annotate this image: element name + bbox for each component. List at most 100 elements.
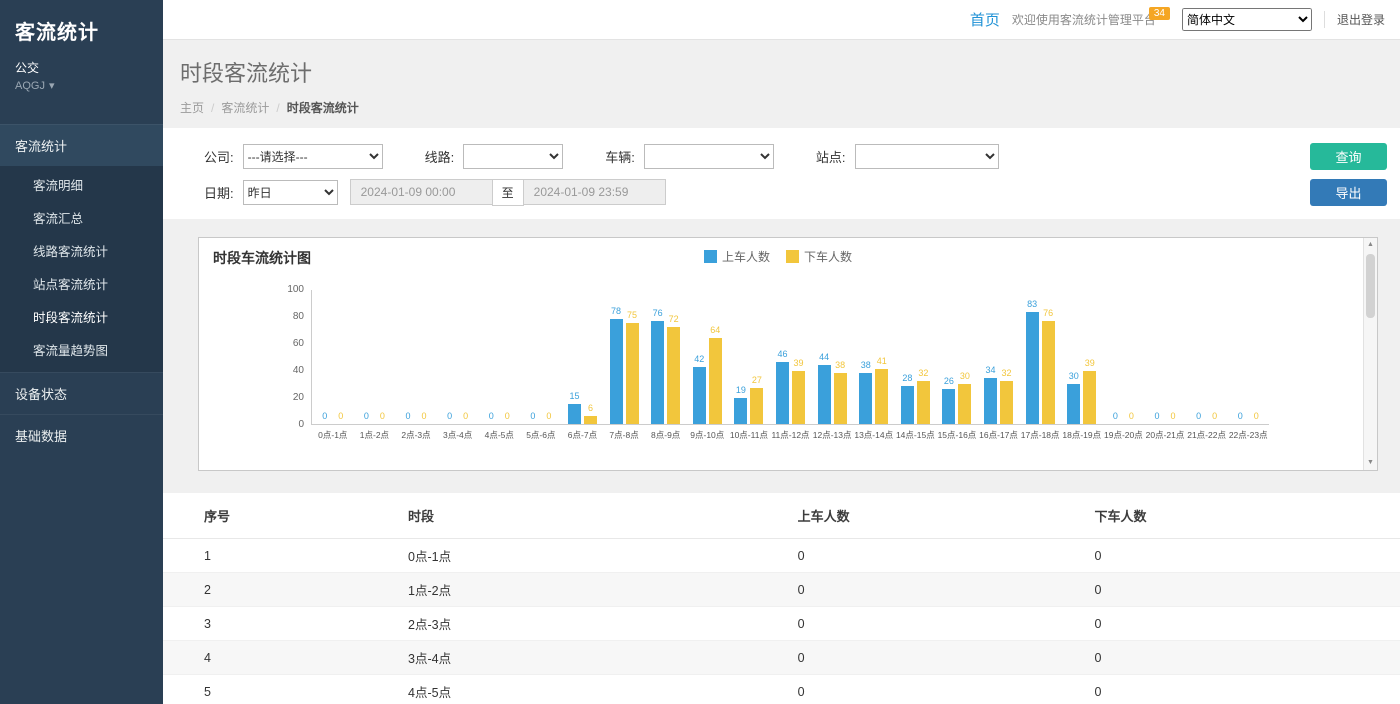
- bar-group: 283214点-15点: [895, 290, 937, 424]
- table-cell: 4点-5点: [398, 675, 788, 704]
- col-header-alighting: 下车人数: [1085, 493, 1400, 539]
- table-cell: 0: [788, 539, 1085, 573]
- bar-value-label: 0: [1212, 411, 1217, 421]
- vehicle-label: 车辆:: [605, 147, 635, 166]
- bar-value-label: 34: [986, 365, 996, 375]
- chart-scrollbar[interactable]: ▲ ▼: [1363, 238, 1377, 470]
- chart-legend: 上车人数下车人数: [199, 248, 1357, 265]
- sidebar-item[interactable]: 客流明细: [0, 168, 163, 201]
- x-axis-label: 22点-23点: [1229, 429, 1268, 441]
- bar-group: 263015点-16点: [936, 290, 978, 424]
- bar-value-label: 0: [447, 411, 452, 421]
- legend-swatch: [704, 250, 717, 263]
- col-header-period: 时段: [398, 493, 788, 539]
- breadcrumb-section[interactable]: 客流统计: [221, 101, 269, 115]
- table-cell: 2点-3点: [398, 607, 788, 641]
- station-select[interactable]: [855, 144, 999, 169]
- table-header-row: 序号 时段 上车人数 下车人数: [163, 493, 1400, 539]
- x-axis-label: 16点-17点: [979, 429, 1018, 441]
- bar: 42: [693, 367, 706, 424]
- sidebar-section-0[interactable]: 客流统计: [0, 124, 163, 166]
- bar-group: 343216点-17点: [978, 290, 1020, 424]
- sidebar-submenu: 客流明细客流汇总线路客流统计站点客流统计时段客流统计客流量趋势图: [0, 166, 163, 372]
- home-link[interactable]: 首页: [970, 9, 1000, 30]
- org-selector[interactable]: AQGJ ▾: [0, 76, 163, 102]
- bar: 46: [776, 362, 789, 424]
- bar-value-label: 78: [611, 306, 621, 316]
- x-axis-label: 8点-9点: [651, 429, 680, 441]
- sidebar-item[interactable]: 线路客流统计: [0, 234, 163, 267]
- vehicle-select[interactable]: [644, 144, 774, 169]
- bar: 28: [901, 386, 914, 424]
- bar-group: 003点-4点: [437, 290, 479, 424]
- col-header-index: 序号: [163, 493, 398, 539]
- scrollbar-thumb[interactable]: [1366, 254, 1375, 318]
- scroll-down-icon[interactable]: ▼: [1364, 456, 1377, 470]
- x-axis-label: 18点-19点: [1062, 429, 1101, 441]
- org-code-label: AQGJ: [15, 80, 45, 92]
- table-cell: 2: [163, 573, 398, 607]
- sidebar-section-1[interactable]: 设备状态: [0, 372, 163, 414]
- bar-group: 443812点-13点: [811, 290, 853, 424]
- bar: 83: [1026, 312, 1039, 424]
- bar-group: 0021点-22点: [1186, 290, 1228, 424]
- bar: 75: [626, 323, 639, 424]
- bar-group: 303918点-19点: [1061, 290, 1103, 424]
- x-axis-label: 17点-18点: [1021, 429, 1060, 441]
- bar: 30: [958, 384, 971, 425]
- breadcrumb-separator: /: [211, 101, 214, 115]
- bar-value-label: 19: [736, 385, 746, 395]
- bar: 15: [568, 404, 581, 424]
- logout-link[interactable]: 退出登录: [1324, 11, 1385, 28]
- bar-value-label: 0: [505, 411, 510, 421]
- bar-value-label: 0: [1129, 411, 1134, 421]
- chart-plot: 020406080100000点-1点001点-2点002点-3点003点-4点…: [311, 290, 1269, 425]
- sidebar-item[interactable]: 客流量趋势图: [0, 333, 163, 366]
- sidebar-section-2[interactable]: 基础数据: [0, 414, 163, 456]
- bar-group: 78757点-8点: [603, 290, 645, 424]
- bar: 76: [651, 321, 664, 424]
- table-cell: 0: [1085, 573, 1400, 607]
- company-select[interactable]: ---请选择---: [243, 144, 383, 169]
- query-button[interactable]: 查询: [1310, 143, 1387, 170]
- bar-group: 001点-2点: [354, 290, 396, 424]
- bar-value-label: 28: [902, 373, 912, 383]
- chart-header: 时段车流统计图 上车人数下车人数: [199, 238, 1357, 270]
- notification-badge[interactable]: 34: [1149, 7, 1170, 20]
- sidebar-item[interactable]: 客流汇总: [0, 201, 163, 234]
- bar: 32: [917, 381, 930, 424]
- bar-value-label: 39: [1085, 358, 1095, 368]
- bar: 32: [1000, 381, 1013, 424]
- bar-value-label: 0: [322, 411, 327, 421]
- date-from-input[interactable]: [350, 179, 492, 205]
- table-cell: 3: [163, 607, 398, 641]
- filter-row-1: 公司: ---请选择--- 线路: 车辆: 站点: 查询: [204, 143, 1387, 170]
- line-select[interactable]: [463, 144, 563, 169]
- x-axis-label: 15点-16点: [938, 429, 977, 441]
- bar: 27: [750, 388, 763, 424]
- date-to-input[interactable]: [524, 179, 666, 205]
- export-button[interactable]: 导出: [1310, 179, 1387, 206]
- bar-group: 005点-6点: [520, 290, 562, 424]
- table-row: 54点-5点00: [163, 675, 1400, 704]
- sidebar-item[interactable]: 站点客流统计: [0, 267, 163, 300]
- bar-value-label: 39: [793, 358, 803, 368]
- bar-value-label: 76: [1043, 308, 1053, 318]
- language-select[interactable]: 简体中文: [1182, 8, 1312, 31]
- date-preset-select[interactable]: 昨日: [243, 180, 338, 205]
- x-axis-label: 14点-15点: [896, 429, 935, 441]
- scroll-up-icon[interactable]: ▲: [1364, 238, 1377, 252]
- bar-value-label: 38: [835, 360, 845, 370]
- col-header-boarding: 上车人数: [788, 493, 1085, 539]
- breadcrumb-home[interactable]: 主页: [180, 101, 204, 115]
- x-axis-label: 6点-7点: [568, 429, 597, 441]
- legend-item: 上车人数: [704, 248, 770, 265]
- sidebar-item[interactable]: 时段客流统计: [0, 300, 163, 333]
- table-row: 21点-2点00: [163, 573, 1400, 607]
- table-cell: 0: [788, 573, 1085, 607]
- y-axis-tick: 80: [272, 311, 304, 322]
- x-axis-label: 7点-8点: [609, 429, 638, 441]
- date-range-group: 至: [350, 179, 666, 206]
- welcome-text: 欢迎使用客流统计管理平台34: [1012, 11, 1170, 28]
- bar-value-label: 42: [694, 354, 704, 364]
